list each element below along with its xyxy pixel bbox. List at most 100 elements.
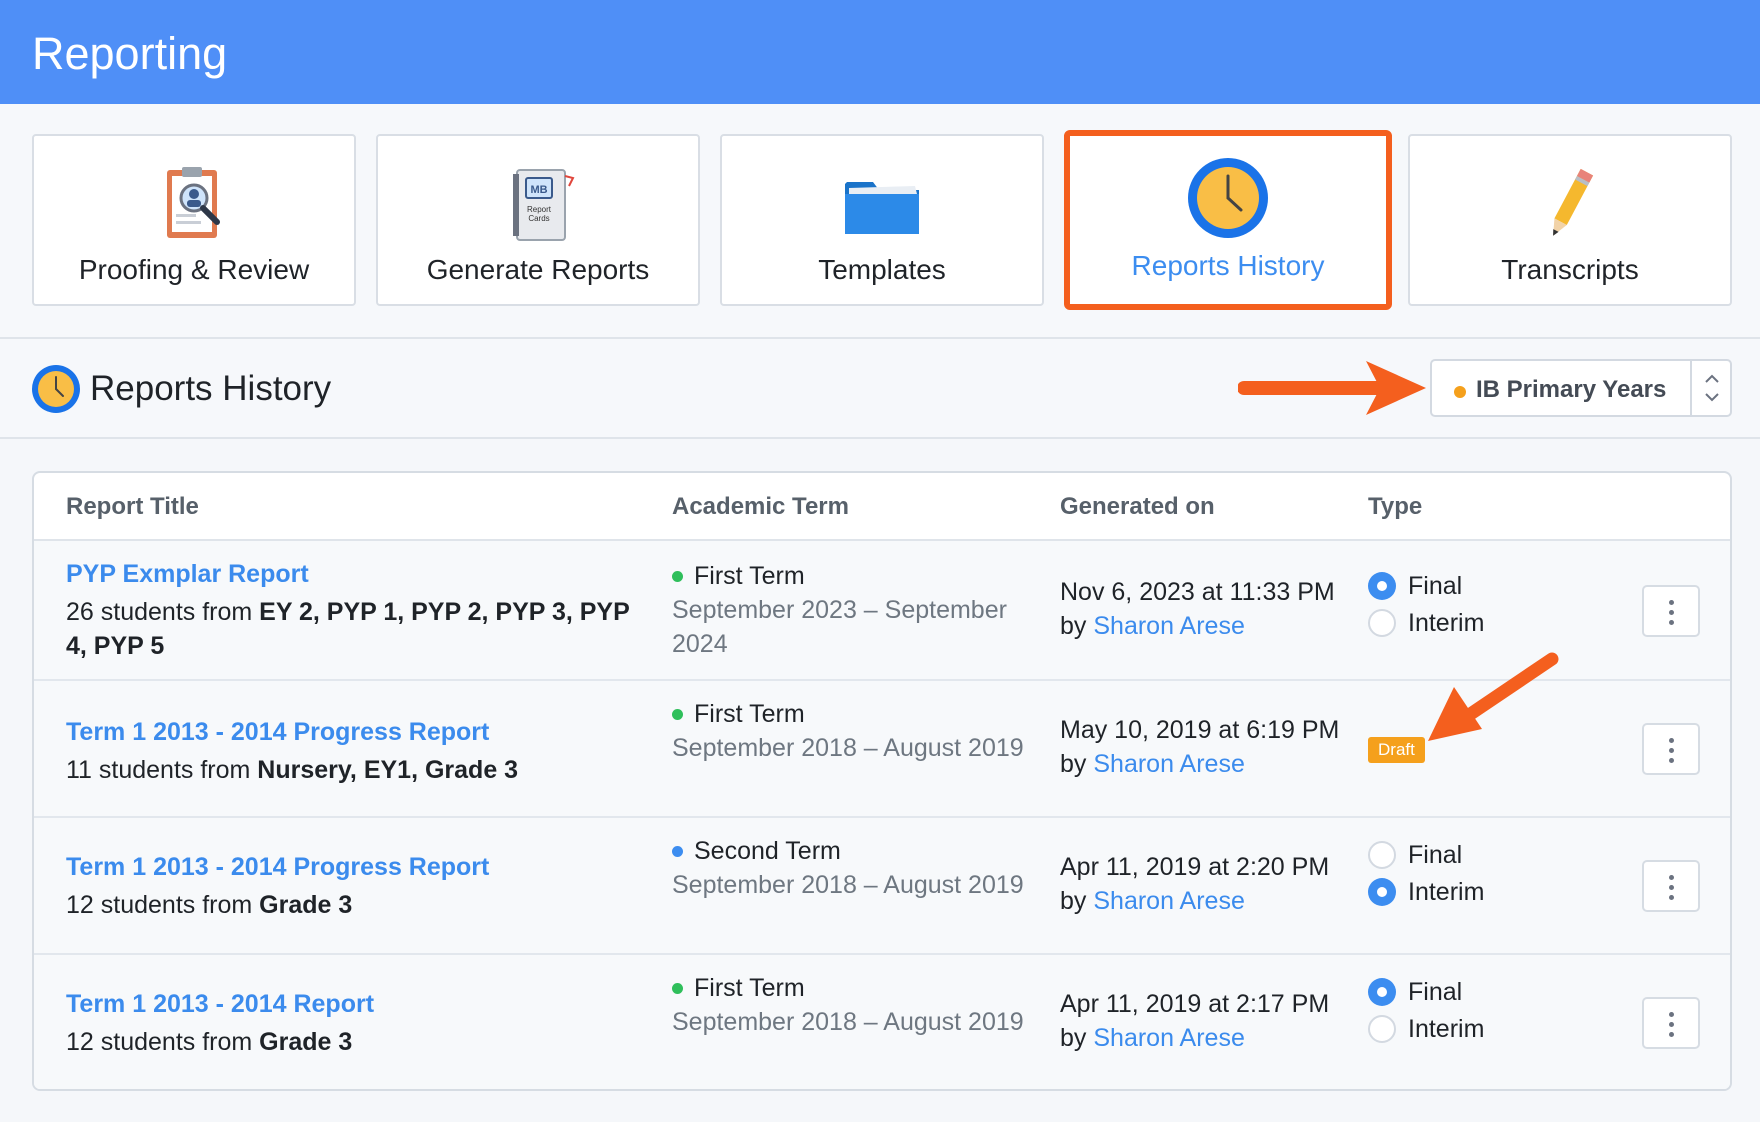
tile-proofing-review[interactable]: Proofing & Review [32, 134, 356, 306]
user-link[interactable]: Sharon Arese [1093, 887, 1245, 915]
page-title: Reporting [32, 28, 228, 79]
tile-generate-reports[interactable]: MB Report Cards Generate Reports [376, 134, 700, 306]
final-radio[interactable]: Final [1368, 977, 1528, 1014]
row-actions-button[interactable] [1642, 723, 1700, 775]
term-range: September 2018 – August 2019 [672, 1008, 1024, 1036]
report-title-link[interactable]: Term 1 2013 - 2014 Progress Report [66, 717, 646, 747]
select-divider [1690, 361, 1692, 415]
kebab-icon [1669, 875, 1674, 880]
term-dot [672, 571, 683, 582]
term-name: First Term [672, 559, 1032, 593]
report-title-cell: PYP Exmplar Report 26 students from EY 2… [66, 559, 646, 663]
generated-cell: Apr 11, 2019 at 2:20 PM by Sharon Arese [1060, 850, 1360, 918]
column-header-generated-on: Generated on [1060, 493, 1215, 520]
generated-date: Nov 6, 2023 at 11:33 PM [1060, 578, 1335, 606]
generated-cell: Nov 6, 2023 at 11:33 PM by Sharon Arese [1060, 575, 1360, 643]
report-cards-book-icon: MB Report Cards [513, 169, 575, 241]
term-cell: First Term September 2023 – September 20… [672, 559, 1032, 661]
term-cell: Second Term September 2018 – August 2019 [672, 834, 1032, 902]
column-header-report-title: Report Title [66, 493, 199, 520]
row-actions-button[interactable] [1642, 860, 1700, 912]
generated-by: by Sharon Arese [1060, 1024, 1245, 1052]
tile-label: Templates [818, 254, 946, 285]
generated-by: by Sharon Arese [1060, 612, 1245, 640]
interim-radio[interactable]: Interim [1368, 1014, 1528, 1051]
report-title-cell: Term 1 2013 - 2014 Progress Report 12 st… [66, 852, 646, 922]
term-dot [672, 709, 683, 720]
clock-icon [32, 365, 80, 413]
user-link[interactable]: Sharon Arese [1093, 750, 1245, 778]
report-students: 11 students from Nursery, EY1, Grade 3 [66, 756, 519, 784]
svg-text:Report: Report [527, 205, 552, 214]
generated-date: Apr 11, 2019 at 2:20 PM [1060, 853, 1330, 881]
arrow-annotation-icon [1428, 652, 1559, 741]
tile-label: Proofing & Review [78, 254, 310, 285]
user-link[interactable]: Sharon Arese [1093, 1024, 1245, 1052]
tile-reports-history[interactable]: Reports History [1064, 130, 1392, 310]
reporting-tiles: Proofing & Review MB Report Cards Genera… [0, 104, 1760, 339]
arrow-annotation-icon [1238, 361, 1426, 415]
generated-cell: May 10, 2019 at 6:19 PM by Sharon Arese [1060, 713, 1360, 781]
generated-by: by Sharon Arese [1060, 750, 1245, 778]
svg-text:MB: MB [530, 184, 547, 196]
tile-transcripts[interactable]: Transcripts [1408, 134, 1732, 306]
generated-date: May 10, 2019 at 6:19 PM [1060, 716, 1340, 744]
tile-label: Generate Reports [426, 254, 650, 285]
report-students: 12 students from Grade 3 [66, 891, 353, 919]
program-select-value: IB Primary Years [1476, 376, 1667, 403]
radio-circle[interactable] [1368, 978, 1396, 1006]
radio-circle[interactable] [1368, 878, 1396, 906]
term-name: First Term [672, 971, 1032, 1005]
report-title-link[interactable]: Term 1 2013 - 2014 Progress Report [66, 852, 646, 882]
report-students: 12 students from Grade 3 [66, 1028, 353, 1056]
table-row: Term 1 2013 - 2014 Report 12 students fr… [34, 955, 1730, 1089]
term-range: September 2018 – August 2019 [672, 871, 1024, 899]
final-radio[interactable]: Final [1368, 840, 1528, 877]
program-color-dot [1454, 386, 1466, 398]
app-header: Reporting [0, 0, 1760, 104]
term-dot [672, 846, 683, 857]
column-header-academic-term: Academic Term [672, 493, 849, 520]
radio-circle[interactable] [1368, 841, 1396, 869]
term-dot [672, 983, 683, 994]
draft-badge: Draft [1368, 737, 1425, 763]
type-cell: Final Interim [1368, 977, 1528, 1051]
report-title-cell: Term 1 2013 - 2014 Progress Report 11 st… [66, 717, 646, 787]
term-name: Second Term [672, 834, 1032, 868]
tile-templates[interactable]: Templates [720, 134, 1044, 306]
report-title-link[interactable]: PYP Exmplar Report [66, 559, 646, 589]
type-cell: Final Interim [1368, 571, 1528, 645]
folder-icon [845, 182, 919, 234]
table-row: Term 1 2013 - 2014 Progress Report 12 st… [34, 818, 1730, 955]
final-radio[interactable]: Final [1368, 571, 1528, 608]
kebab-icon [1669, 1012, 1674, 1017]
type-cell: Final Interim [1368, 840, 1528, 914]
term-name: First Term [672, 697, 1032, 731]
term-range: September 2023 – September 2024 [672, 596, 1007, 658]
radio-circle[interactable] [1368, 609, 1396, 637]
proofing-clipboard-icon [167, 167, 220, 238]
report-title-link[interactable]: Term 1 2013 - 2014 Report [66, 989, 646, 1019]
generated-by: by Sharon Arese [1060, 887, 1245, 915]
tile-label: Reports History [1131, 250, 1325, 281]
reports-table: Report Title Academic Term Generated on … [32, 471, 1732, 1091]
term-range: September 2018 – August 2019 [672, 734, 1024, 762]
tile-label: Transcripts [1501, 254, 1639, 285]
user-link[interactable]: Sharon Arese [1093, 612, 1245, 640]
clock-icon [1188, 158, 1268, 238]
kebab-icon [1669, 600, 1674, 605]
row-actions-button[interactable] [1642, 997, 1700, 1049]
report-students: 26 students from EY 2, PYP 1, PYP 2, PYP… [66, 598, 630, 660]
pencil-icon [1553, 168, 1594, 236]
radio-circle[interactable] [1368, 1015, 1396, 1043]
program-select[interactable]: IB Primary Years [1430, 359, 1732, 417]
interim-radio[interactable]: Interim [1368, 877, 1528, 914]
interim-radio[interactable]: Interim [1368, 608, 1528, 645]
term-cell: First Term September 2018 – August 2019 [672, 971, 1032, 1039]
row-actions-button[interactable] [1642, 585, 1700, 637]
radio-circle[interactable] [1368, 572, 1396, 600]
section-header: Reports History IB Primary Years [0, 339, 1760, 439]
kebab-icon [1669, 738, 1674, 743]
term-cell: First Term September 2018 – August 2019 [672, 697, 1032, 765]
chevron-up-down-icon[interactable] [1694, 367, 1730, 409]
